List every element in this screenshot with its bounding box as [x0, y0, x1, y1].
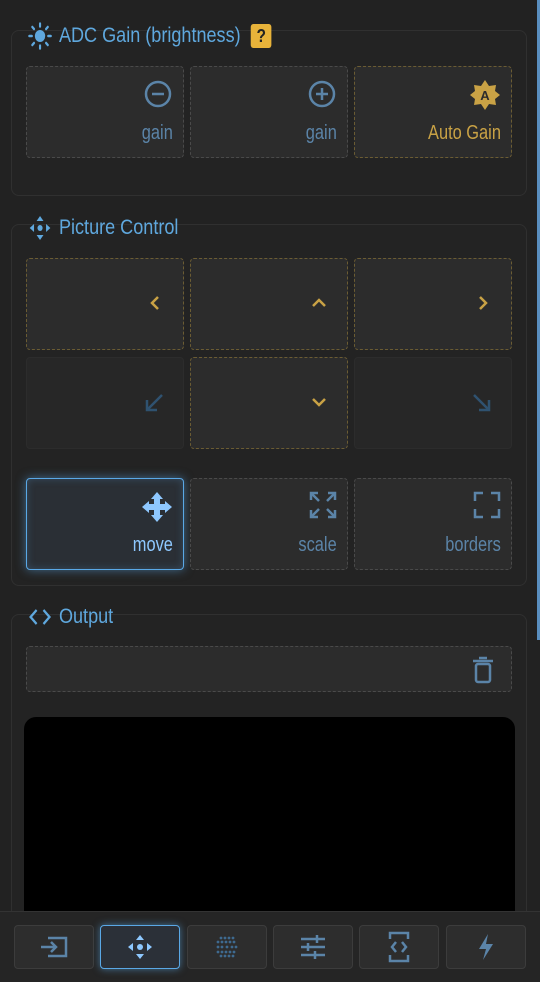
nav-bolt-button[interactable] — [446, 925, 526, 969]
code-device-icon — [388, 931, 410, 963]
page-title-adc: ADC Gain (brightness) — [58, 24, 241, 47]
gain-decrease-button[interactable]: gain — [26, 66, 184, 158]
move-down-left-button[interactable] — [26, 357, 184, 449]
nav-dots-button[interactable] — [187, 925, 267, 969]
input-icon — [41, 936, 68, 958]
expand-icon — [309, 491, 337, 519]
svg-text:A: A — [480, 88, 490, 103]
sliders-icon — [301, 935, 325, 959]
arrow-left-icon — [150, 296, 159, 310]
mode-move-label: move — [132, 534, 173, 556]
gain-decrease-label: gain — [141, 122, 173, 144]
gain-increase-label: gain — [305, 122, 337, 144]
mode-borders-label: borders — [445, 534, 501, 556]
frame-corners-icon — [473, 491, 501, 519]
mode-scale-label: scale — [298, 534, 337, 556]
arrow-down-right-icon — [473, 394, 491, 412]
auto-gain-button[interactable]: A Auto Gain — [354, 66, 512, 158]
code-icon — [29, 609, 52, 625]
move-up-button[interactable] — [190, 258, 348, 350]
minus-circle-icon — [144, 80, 172, 108]
move-right-button[interactable] — [354, 258, 512, 350]
move-down-button[interactable] — [190, 357, 348, 449]
output-header: Output — [28, 603, 113, 631]
nav-input-button[interactable] — [14, 925, 94, 969]
output-toolbar — [26, 646, 512, 692]
move-left-button[interactable] — [26, 258, 184, 350]
dots-grid-icon — [216, 936, 238, 958]
gain-increase-button[interactable]: gain — [190, 66, 348, 158]
picture-control-header: Picture Control — [28, 214, 178, 242]
nav-sliders-button[interactable] — [273, 925, 353, 969]
arrow-down-icon — [312, 398, 326, 407]
arrow-up-icon — [312, 298, 326, 307]
nav-move-button[interactable] — [100, 925, 180, 969]
page-title-picture: Picture Control — [58, 216, 179, 239]
page-title-output: Output — [58, 605, 114, 628]
move-icon — [142, 492, 172, 522]
adc-gain-header: ADC Gain (brightness) ? — [28, 22, 272, 50]
move-icon — [29, 216, 51, 240]
output-console — [24, 717, 515, 937]
help-badge[interactable]: ? — [250, 24, 272, 48]
bolt-icon — [479, 934, 493, 960]
bottom-nav — [0, 911, 540, 982]
arrow-down-left-icon — [145, 394, 163, 412]
move-icon — [128, 935, 152, 959]
move-down-right-button[interactable] — [354, 357, 512, 449]
mode-scale-button[interactable]: scale — [190, 478, 348, 570]
auto-brightness-icon: A — [470, 80, 500, 110]
nav-code-button[interactable] — [359, 925, 439, 969]
mode-borders-button[interactable]: borders — [354, 478, 512, 570]
plus-circle-icon — [308, 80, 336, 108]
auto-gain-label: Auto Gain — [428, 122, 501, 144]
trash-icon[interactable] — [471, 656, 495, 684]
sun-icon — [28, 22, 52, 50]
arrow-right-icon — [479, 296, 488, 310]
mode-move-button[interactable]: move — [26, 478, 184, 570]
